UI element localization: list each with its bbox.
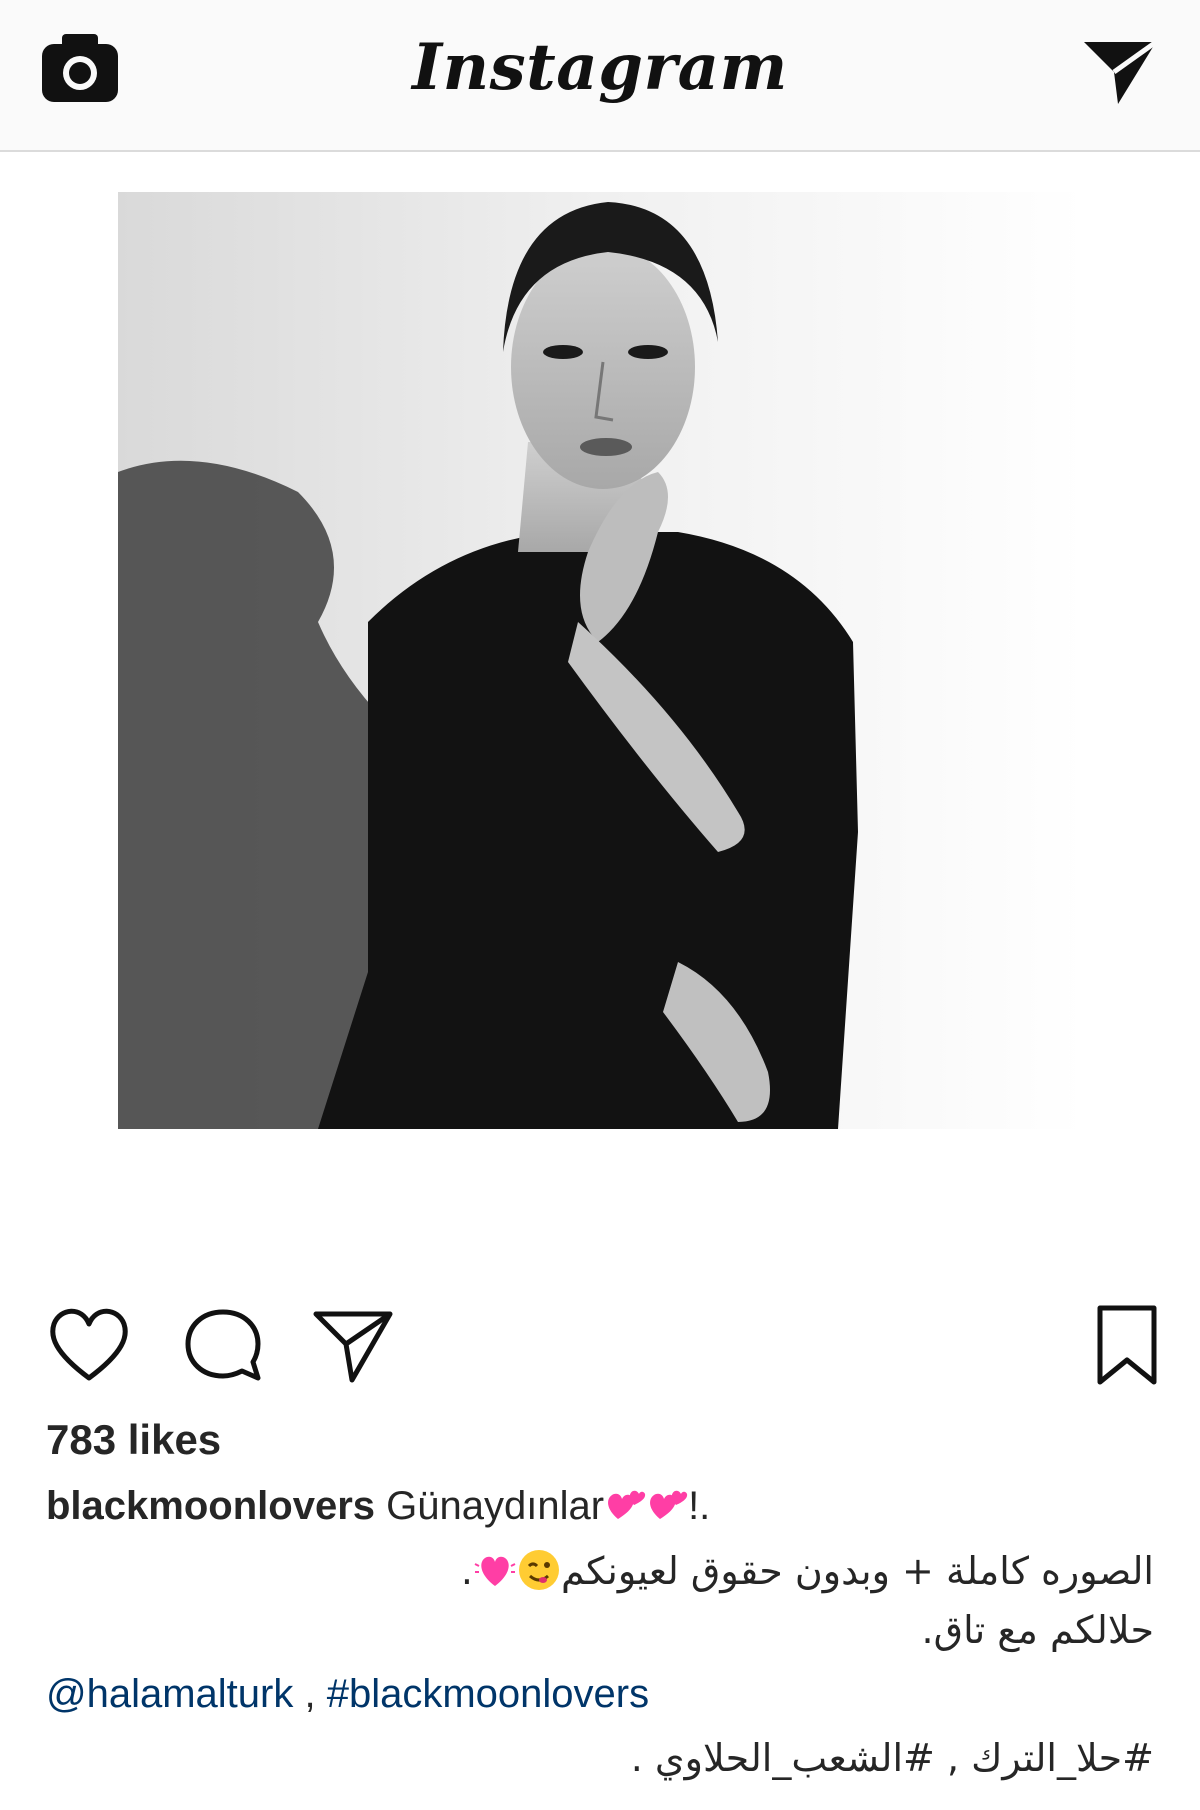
- app-logo: Instagram: [412, 30, 788, 105]
- beating-heart-emoji-icon: [474, 1556, 516, 1586]
- caption-arabic-line-1: الصوره كاملة + وبدون حقوق لعيونكم .: [461, 1548, 1154, 1593]
- two-hearts-emoji-icon: [608, 1490, 646, 1519]
- instagram-screen: Instagram 783 likes blackmoonlovers Güna…: [0, 0, 1200, 1810]
- caption-text-end: !.: [688, 1484, 711, 1528]
- direct-message-icon[interactable]: [1080, 32, 1160, 112]
- caption-tags: @halamalturk , #blackmoonlovers: [46, 1672, 649, 1717]
- winking-face-emoji-icon: [518, 1550, 559, 1590]
- share-icon[interactable]: [308, 1300, 398, 1390]
- hashtag-link[interactable]: #blackmoonlovers: [327, 1672, 649, 1716]
- caption-arabic-hashtags[interactable]: #حلا_الترك , #الشعب_الحلاوي .: [631, 1736, 1154, 1780]
- caption-username[interactable]: blackmoonlovers: [46, 1484, 375, 1528]
- mention-link[interactable]: @halamalturk: [46, 1672, 293, 1716]
- caption-line: blackmoonlovers Günaydınlar !.: [46, 1484, 710, 1529]
- two-hearts-emoji-icon: [650, 1490, 688, 1519]
- caption-arabic-line-2: حلالكم مع تاق.: [921, 1608, 1154, 1652]
- likes-count[interactable]: 783 likes: [46, 1416, 221, 1464]
- tag-separator: ,: [293, 1672, 327, 1716]
- post-media: [0, 152, 1200, 1260]
- post-actions: [0, 1290, 1200, 1385]
- post-photo[interactable]: [118, 192, 1085, 1129]
- bookmark-icon[interactable]: [1082, 1300, 1172, 1390]
- caption-arabic-text-1: الصوره كاملة + وبدون حقوق لعيونكم: [560, 1549, 1154, 1593]
- caption-arabic-text-1-end: .: [460, 1549, 473, 1593]
- heart-icon[interactable]: [44, 1300, 134, 1390]
- comment-icon[interactable]: [178, 1300, 268, 1390]
- caption-text-start: Günaydınlar: [386, 1484, 605, 1528]
- top-bar: Instagram: [0, 0, 1200, 152]
